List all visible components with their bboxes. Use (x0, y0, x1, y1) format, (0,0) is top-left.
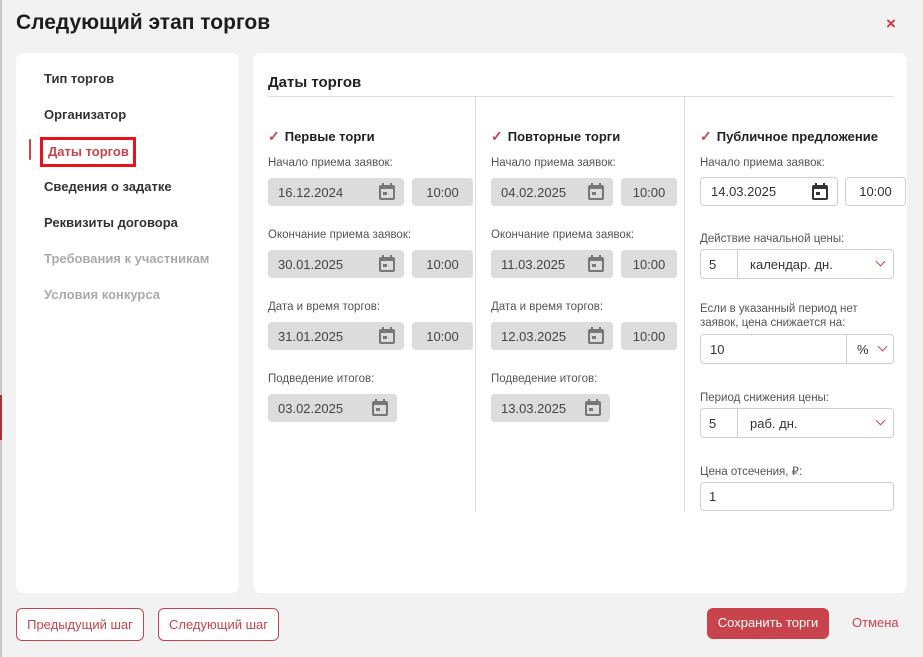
prev-step-button[interactable]: Предыдущий шаг (16, 608, 144, 641)
cutoff-label: Цена отсечения, ₽: (700, 466, 803, 478)
save-button[interactable]: Сохранить торги (707, 608, 829, 639)
checkmark-icon: ✓ (491, 128, 503, 144)
initial-price-label: Действие начальной цены: (700, 233, 845, 245)
section-title: Даты торгов (268, 74, 362, 91)
period-label: Период снижения цены: (700, 392, 830, 404)
first-start-time-field: 10:00 (412, 178, 473, 206)
first-results-label: Подведение итогов: (268, 373, 375, 385)
sidebar: Тип торгов Организатор Даты торгов Сведе… (16, 53, 239, 593)
first-results-date-field: 03.02.2025 (268, 394, 397, 422)
calendar-icon (585, 399, 601, 416)
first-auction-label: Дата и время торгов: (268, 301, 381, 313)
repeat-auction-date-field: 12.03.2025 (491, 322, 613, 350)
column-divider (684, 96, 685, 512)
calendar-icon (588, 183, 604, 200)
cancel-button[interactable]: Отмена (852, 615, 899, 630)
repeat-end-time-field: 10:00 (621, 250, 677, 278)
combo-divider (737, 250, 738, 278)
first-end-label: Окончание приема заявок: (268, 229, 412, 241)
sidebar-active-indicator (29, 139, 31, 160)
checkmark-icon: ✓ (268, 128, 280, 144)
repeat-auction-label: Дата и время торгов: (491, 301, 604, 313)
repeat-end-date-field: 11.03.2025 (491, 250, 613, 278)
public-start-date-field[interactable]: 14.03.2025 (700, 177, 838, 206)
initial-price-value[interactable]: 5 (709, 257, 716, 272)
calendar-icon (379, 183, 395, 200)
main-panel: Даты торгов ✓ Первые торги Начало приема … (253, 53, 907, 593)
title-divider (268, 96, 894, 97)
sidebar-item-requirements: Требования к участникам (44, 251, 210, 266)
calendar-icon (379, 255, 395, 272)
combo-divider (846, 335, 847, 363)
first-end-date-field: 30.01.2025 (268, 250, 404, 278)
checkmark-icon: ✓ (700, 128, 712, 144)
sidebar-item-deposit[interactable]: Сведения о задатке (44, 179, 172, 194)
initial-price-unit[interactable]: календар. дн. (750, 257, 833, 272)
repeat-auction-time-field: 10:00 (621, 322, 677, 350)
first-auction-checkbox[interactable]: ✓ Первые торги (268, 128, 375, 145)
next-step-button[interactable]: Следующий шаг (158, 608, 279, 641)
period-combo[interactable]: 5 раб. дн. (700, 408, 894, 438)
period-unit[interactable]: раб. дн. (750, 416, 798, 431)
initial-price-combo[interactable]: 5 календар. дн. (700, 249, 894, 279)
repeat-auction-checkbox[interactable]: ✓ Повторные торги (491, 128, 620, 145)
column-divider (475, 96, 476, 512)
repeat-results-date-field: 13.03.2025 (491, 394, 610, 422)
decrease-value[interactable]: 10 (710, 342, 724, 357)
cutoff-field[interactable]: 1 (700, 482, 894, 511)
chevron-down-icon[interactable] (875, 415, 886, 426)
calendar-icon (588, 327, 604, 344)
first-start-date-field: 16.12.2024 (268, 178, 404, 206)
repeat-start-date-field: 04.02.2025 (491, 178, 613, 206)
close-icon[interactable]: × (886, 14, 896, 34)
dialog-title: Следующий этап торгов (16, 11, 271, 34)
public-offer-checkbox[interactable]: ✓ Публичное предложение (700, 128, 878, 145)
decrease-combo[interactable]: 10 % (700, 334, 894, 364)
period-value[interactable]: 5 (709, 416, 716, 431)
sidebar-item-trade-type[interactable]: Тип торгов (44, 71, 114, 86)
calendar-icon (379, 327, 395, 344)
first-start-label: Начало приема заявок: (268, 157, 393, 169)
decrease-label-line1: Если в указанный период нет (700, 303, 858, 315)
first-end-time-field: 10:00 (412, 250, 473, 278)
public-start-label: Начало приема заявок: (700, 157, 825, 169)
combo-divider (737, 409, 738, 437)
sidebar-item-conditions: Условия конкурса (44, 287, 160, 302)
calendar-icon (372, 399, 388, 416)
sidebar-item-organizer[interactable]: Организатор (44, 107, 126, 122)
repeat-start-label: Начало приема заявок: (491, 157, 616, 169)
calendar-icon[interactable] (812, 183, 828, 200)
sidebar-item-contract[interactable]: Реквизиты договора (44, 215, 178, 230)
first-auction-date-field: 31.01.2025 (268, 322, 404, 350)
decrease-label-line2: заявок, цена снижается на: (700, 317, 846, 329)
repeat-start-time-field: 10:00 (621, 178, 677, 206)
left-edge-accent (0, 395, 2, 440)
first-auction-time-field: 10:00 (412, 322, 473, 350)
sidebar-item-trade-dates[interactable]: Даты торгов (40, 137, 136, 167)
calendar-icon (588, 255, 604, 272)
public-start-time-field[interactable]: 10:00 (845, 177, 906, 206)
repeat-end-label: Окончание приема заявок: (491, 229, 635, 241)
decrease-unit[interactable]: % (857, 342, 869, 357)
chevron-down-icon[interactable] (877, 341, 888, 352)
repeat-results-label: Подведение итогов: (491, 373, 598, 385)
left-window-edge (0, 0, 2, 657)
chevron-down-icon[interactable] (875, 256, 886, 267)
